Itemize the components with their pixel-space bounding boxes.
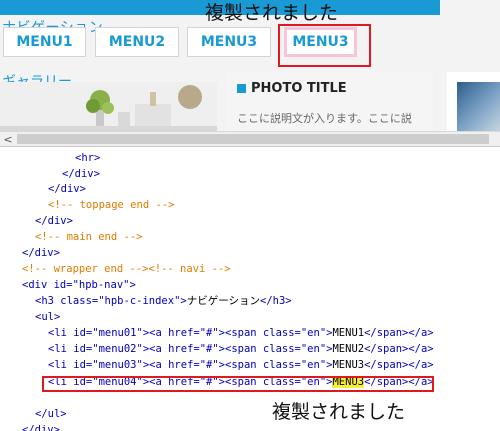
- annotation-duplicated-bottom: 複製されました: [272, 401, 406, 423]
- code-tag: </span></a>: [364, 359, 434, 371]
- code-tag: <li id="menu02"><a href="#"><span class=…: [48, 343, 333, 355]
- photo-card: PHOTO TITLE ここに説明文が入ります。ここに説: [227, 72, 433, 131]
- code-line: <div id="hpb-nav">: [22, 279, 136, 291]
- source-code-panel[interactable]: <hr> </div> </div> <!-- toppage end --> …: [0, 147, 500, 431]
- horizontal-scrollbar[interactable]: <: [0, 131, 500, 147]
- menu-button-1[interactable]: MENU1: [3, 27, 86, 57]
- code-line: </ul>: [35, 408, 67, 420]
- scroll-left-arrow-icon[interactable]: <: [0, 132, 16, 146]
- code-line: <ul>: [35, 311, 61, 323]
- menu-button-3[interactable]: MENU3: [187, 27, 271, 57]
- code-line: </div>: [22, 247, 60, 259]
- code-comment: <!-- wrapper end --><!-- navi -->: [22, 263, 231, 275]
- photo-title: PHOTO TITLE: [251, 81, 347, 96]
- menu-button-2[interactable]: MENU2: [95, 27, 179, 57]
- annotation-duplicated-top: 複製されました: [205, 2, 339, 24]
- code-line: </div>: [22, 424, 60, 431]
- code-line: <hr>: [75, 152, 101, 164]
- code-comment: <!-- toppage end -->: [48, 199, 175, 211]
- gallery-image-art: [0, 82, 217, 131]
- code-text: MENU3: [332, 359, 365, 371]
- code-tag: </span></a>: [364, 327, 434, 339]
- duplicate-highlight-box: [278, 24, 371, 67]
- code-line-h3: <h3 class="hpb-c-index">ナビゲーション</h3>: [35, 294, 292, 308]
- code-line-li-3: <li id="menu03"><a href="#"><span class=…: [48, 358, 434, 372]
- code-line: </div>: [48, 183, 86, 195]
- photo-title-marker-icon: [237, 84, 246, 93]
- gallery-image: [0, 82, 217, 131]
- page-preview: ナビゲーション MENU1 MENU2 MENU3 MENU3 ギャラリー PH…: [0, 0, 500, 131]
- scroll-thumb[interactable]: [17, 134, 489, 144]
- code-tag: </span></a>: [364, 343, 434, 355]
- code-line-li-2: <li id="menu02"><a href="#"><span class=…: [48, 342, 434, 356]
- photo-description: ここに説明文が入ります。ここに説: [237, 112, 412, 125]
- photo-card-2: [447, 72, 500, 131]
- code-text: MENU1: [332, 327, 365, 339]
- code-line: </div>: [35, 215, 73, 227]
- nav-menu: MENU1 MENU2 MENU3 MENU3: [0, 27, 500, 61]
- code-tag: <h3 class="hpb-c-index">: [35, 295, 187, 307]
- code-tag: <li id="menu03"><a href="#"><span class=…: [48, 359, 333, 371]
- duplicate-code-highlight-box: [42, 376, 434, 392]
- code-line: </div>: [62, 168, 100, 180]
- code-text: ナビゲーション: [186, 295, 261, 307]
- code-text: MENU2: [332, 343, 365, 355]
- code-tag: <li id="menu01"><a href="#"><span class=…: [48, 327, 333, 339]
- code-line-li-1: <li id="menu01"><a href="#"><span class=…: [48, 326, 434, 340]
- code-comment: <!-- main end -->: [35, 231, 143, 243]
- photo-card-2-image: [457, 82, 500, 131]
- code-tag: </h3>: [260, 295, 292, 307]
